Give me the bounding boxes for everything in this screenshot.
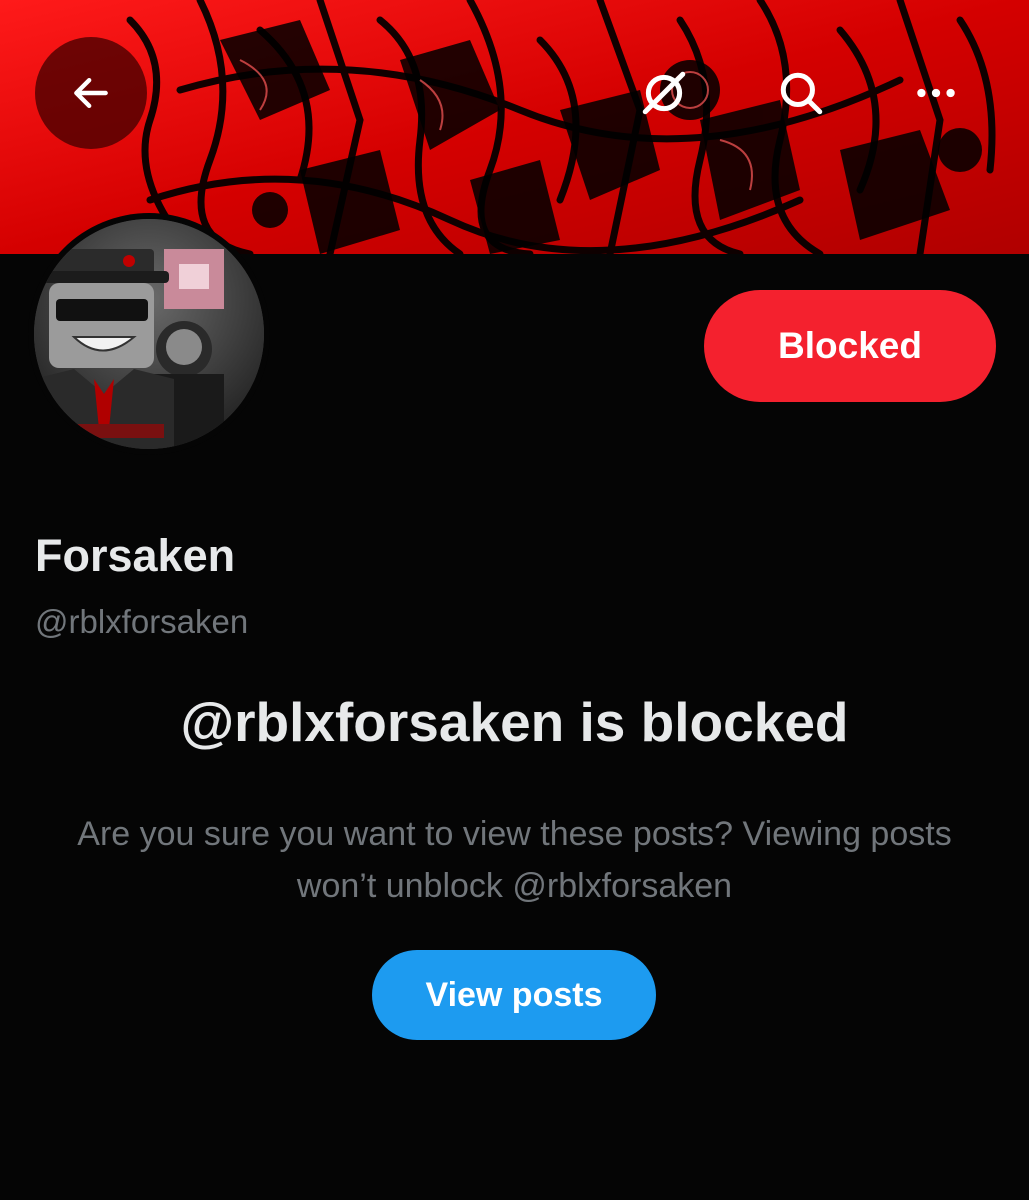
avatar[interactable]	[28, 213, 270, 455]
blocked-button[interactable]: Blocked	[704, 290, 996, 402]
user-handle: @rblxforsaken	[35, 603, 249, 640]
search-icon	[780, 72, 823, 115]
blocked-notice-description: Are you sure you want to view these post…	[77, 815, 952, 905]
display-name: Forsaken	[35, 530, 236, 581]
more-button[interactable]	[880, 37, 992, 149]
avatar-image	[34, 219, 264, 449]
view-posts-button[interactable]: View posts	[372, 950, 656, 1040]
grok-button[interactable]	[608, 37, 720, 149]
more-horizontal-icon	[917, 88, 955, 98]
grok-icon	[642, 71, 686, 115]
blocked-notice-title: @rblxforsaken is blocked	[180, 691, 849, 753]
search-button[interactable]	[745, 37, 857, 149]
profile-page: Blocked Forsaken @rblxforsaken @rblxfors…	[0, 0, 1029, 1200]
arrow-left-icon	[74, 77, 108, 109]
back-button[interactable]	[35, 37, 147, 149]
